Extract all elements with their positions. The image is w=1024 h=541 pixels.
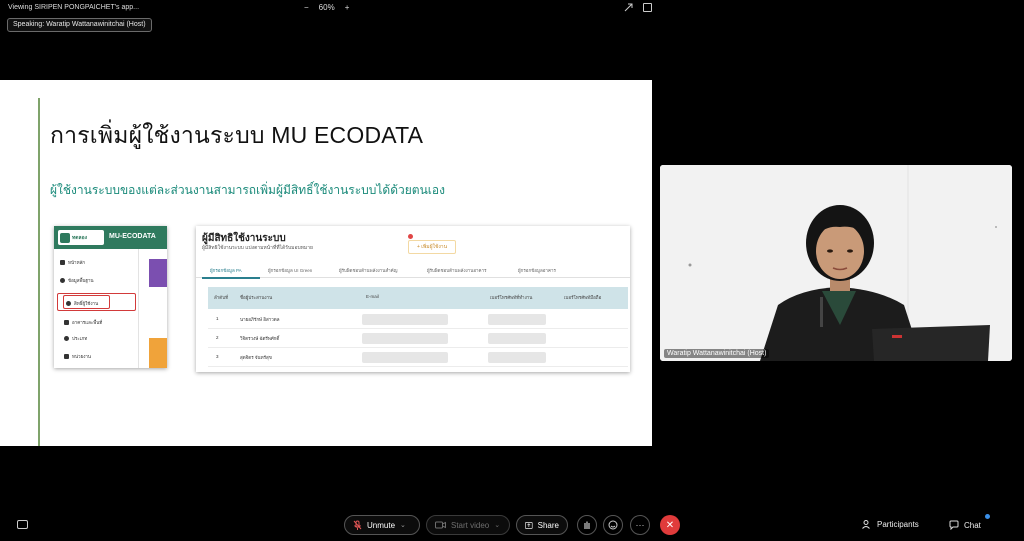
window-title: Viewing SIRIPEN PONGPAICHET's app... <box>8 4 140 11</box>
tab: ผู้รับผิดชอบด้านพลังงานอาคาร <box>427 268 487 273</box>
microphone-muted-icon <box>353 520 362 530</box>
menu-item: หน่วยงาน <box>64 353 91 360</box>
mini-app-menu: หน้าหลัก ข้อมูลพื้นฐาน สิทธิ์ผู้ใช้งาน อ… <box>54 249 136 368</box>
tab: ผู้รับผิดชอบด้านพลังงานสำคัญ <box>339 268 398 273</box>
mini-app-brand: MU-ECODATA <box>109 233 156 240</box>
top-bar: Viewing SIRIPEN PONGPAICHET's app... − 6… <box>0 0 1024 16</box>
highlight-box <box>63 295 110 309</box>
meeting-toolbar: Unmute ⌄ Start video ⌄ Share ··· ✕ Parti… <box>0 510 1024 541</box>
zoom-controls: − 60% + <box>304 3 349 12</box>
slide-subheading: ผู้ใช้งานระบบของแต่ละส่วนงานสามารถเพิ่มผ… <box>50 183 445 197</box>
bank-icon <box>64 354 69 359</box>
home-icon <box>60 260 65 265</box>
menu-item: หน้าหลัก <box>60 259 85 266</box>
reactions-icon[interactable] <box>603 515 623 535</box>
unmute-button[interactable]: Unmute ⌄ <box>344 515 420 535</box>
participants-icon <box>862 520 870 529</box>
share-button[interactable]: Share <box>516 515 568 535</box>
table-row: 1 นายอภิรักษ์ อิสาวดล <box>208 310 628 329</box>
table-subtitle: ผู้มีสิทธิใช้งานระบบ แบ่งตามหน้าที่ที่ได… <box>202 245 313 251</box>
table-row: 3 สุดจิตร จันทร์สุข <box>208 348 628 367</box>
cursor-dot <box>408 234 413 239</box>
chat-button[interactable]: Chat <box>949 520 981 530</box>
hand-raise-icon[interactable] <box>577 515 597 535</box>
chevron-down-icon[interactable]: ⌄ <box>400 521 406 529</box>
video-off-icon <box>435 521 446 529</box>
tab: ผู้กรอกข้อมูล UI Green <box>268 268 313 273</box>
end-call-button[interactable]: ✕ <box>660 515 680 535</box>
table-tabs: ผู้กรอกข้อมูล PA ผู้กรอกข้อมูล UI Green … <box>196 264 630 279</box>
zoom-out-button[interactable]: − <box>304 3 309 12</box>
tab: ผู้กรอกข้อมูล PA <box>210 268 242 273</box>
participant-video[interactable]: Waratip Wattanawinitchai (Host) <box>660 165 1012 361</box>
more-options-button[interactable]: ··· <box>630 515 650 535</box>
mini-app-logo: ทดลอง <box>58 230 104 245</box>
mini-app-header: ทดลอง MU-ECODATA <box>54 226 167 249</box>
add-user-button: + เพิ่มผู้ใช้งาน <box>408 240 456 254</box>
share-icon <box>525 521 533 529</box>
start-video-button[interactable]: Start video ⌄ <box>426 515 510 535</box>
menu-item: อาคารและพื้นที่ <box>64 319 102 326</box>
participants-button[interactable]: Participants <box>862 520 919 529</box>
mini-table-screenshot: ผู้มีสิทธิใช้งานระบบ ผู้มีสิทธิใช้งานระบ… <box>196 226 630 372</box>
tab: ผู้กรอกข้อมูลอาคาร <box>518 268 556 273</box>
building-icon <box>60 232 70 243</box>
zoom-level: 60% <box>318 3 335 12</box>
video-frame <box>660 165 1012 361</box>
notification-dot <box>985 514 990 519</box>
chat-icon <box>949 520 959 530</box>
zoom-in-button[interactable]: + <box>345 3 350 12</box>
table-header: ลำดับที่ ชื่อผู้ประสานงาน E-mail เบอร์โท… <box>208 287 628 309</box>
slide-heading: การเพิ่มผู้ใช้งานระบบ MU ECODATA <box>50 122 424 148</box>
chevron-down-icon[interactable]: ⌄ <box>494 521 500 529</box>
participant-name-label: Waratip Wattanawinitchai (Host) <box>664 349 770 358</box>
captions-icon[interactable] <box>17 520 28 529</box>
speaking-indicator: Speaking: Waratip Wattanawinitchai (Host… <box>7 18 152 32</box>
menu-item: ประเภท <box>64 335 87 342</box>
gear-icon <box>64 336 69 341</box>
mini-app-screenshot: ทดลอง MU-ECODATA หน้าหลัก ข้อมูลพื้นฐาน … <box>54 226 167 368</box>
purple-card <box>149 259 167 287</box>
table-row: 2 วิจิตรวงษ์ ฉัตรีพศักดิ์ <box>208 329 628 348</box>
orange-card <box>149 338 167 368</box>
menu-item: ข้อมูลพื้นฐาน <box>60 277 94 284</box>
shared-screen: การเพิ่มผู้ใช้งานระบบ MU ECODATA ผู้ใช้ง… <box>0 80 652 446</box>
screen-icon[interactable] <box>643 3 652 12</box>
info-icon <box>60 278 65 283</box>
expand-icon[interactable] <box>624 3 633 12</box>
building-icon <box>64 320 69 325</box>
slide-accent-line <box>38 98 40 446</box>
